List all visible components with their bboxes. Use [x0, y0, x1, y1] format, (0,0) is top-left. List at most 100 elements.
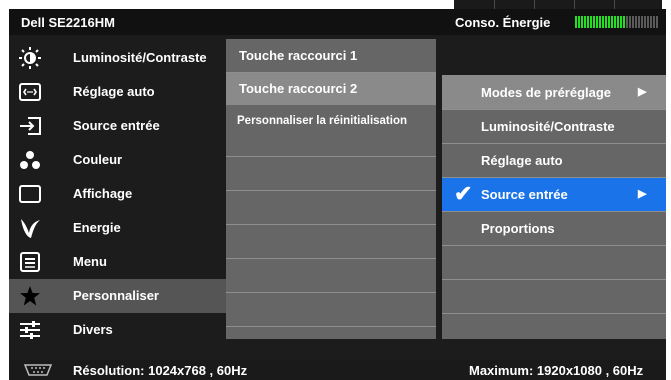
current-resolution: Résolution: 1024x768 , 60Hz: [73, 363, 248, 378]
menu-item-other[interactable]: Divers: [9, 313, 226, 347]
energy-tick: [647, 16, 649, 28]
osd-window: Dell SE2216HM Conso. Énergie Luminosité/…: [9, 9, 666, 380]
menu-item-label: Personnaliser: [73, 288, 159, 303]
auto-adjust-icon: [19, 83, 41, 101]
menu-item-personalize[interactable]: Personnaliser: [9, 279, 226, 313]
energy-tick: [623, 16, 625, 28]
energy-tick: [632, 16, 634, 28]
energy-tick: [581, 16, 583, 28]
title-bar: Dell SE2216HM Conso. Énergie: [9, 9, 666, 35]
option-label: Source entrée: [481, 187, 568, 202]
menu-item-menu[interactable]: Menu: [9, 245, 226, 279]
brightness-icon: [19, 47, 41, 69]
menu-item-energy[interactable]: Energie: [9, 211, 226, 245]
menu-item-display[interactable]: Affichage: [9, 177, 226, 211]
menu-item-brightness[interactable]: Luminosité/Contraste: [9, 41, 226, 75]
input-source-icon: [19, 117, 41, 135]
menu-item-label: Affichage: [73, 186, 133, 201]
divider: [226, 190, 436, 191]
divider: [226, 224, 436, 225]
energy-tick: [626, 16, 628, 28]
energy-tick: [593, 16, 595, 28]
energy-tick: [584, 16, 586, 28]
energy-label: Conso. Énergie: [455, 15, 551, 30]
energy-tick: [635, 16, 637, 28]
energy-meter: [575, 16, 658, 28]
menu-icon: [19, 252, 41, 272]
vga-port-icon: [23, 364, 53, 379]
energy-tick: [641, 16, 643, 28]
energy-tick: [602, 16, 604, 28]
energy-tick: [650, 16, 652, 28]
divider: [226, 326, 436, 327]
top-edge-segment: [574, 0, 575, 9]
menu-item-label: Menu: [73, 254, 107, 269]
option-auto-adjust[interactable]: Réglage auto: [442, 143, 666, 177]
energy-tick: [575, 16, 577, 28]
menu-item-label: Réglage auto: [73, 84, 155, 99]
energy-leaf-icon: [19, 219, 41, 238]
max-resolution: Maximum: 1920x1080 , 60Hz: [469, 363, 644, 378]
submenu-item-label: Touche raccourci 1: [239, 48, 358, 63]
energy-tick: [608, 16, 610, 28]
option-label: Modes de préréglage: [481, 85, 612, 100]
energy-tick: [587, 16, 589, 28]
divider: [226, 72, 436, 73]
top-edge-strip: [0, 0, 671, 9]
energy-tick: [638, 16, 640, 28]
menu-item-label: Source entrée: [73, 118, 160, 133]
energy-tick: [590, 16, 592, 28]
star-icon: [19, 286, 41, 306]
option-label: Réglage auto: [481, 153, 563, 168]
submenu-arrow-icon: ▶: [638, 188, 647, 200]
top-edge-segment: [614, 0, 615, 9]
divider: [226, 258, 436, 259]
display-icon: [19, 185, 41, 203]
divider: [442, 211, 666, 212]
energy-tick: [599, 16, 601, 28]
option-preset-modes[interactable]: Modes de préréglage ▶: [442, 75, 666, 109]
menu-item-color[interactable]: Couleur: [9, 143, 226, 177]
divider: [442, 245, 666, 246]
top-edge-segment: [494, 0, 495, 9]
submenu-item-label: Touche raccourci 2: [239, 81, 358, 96]
energy-tick: [596, 16, 598, 28]
main-menu: Luminosité/Contraste Réglage auto Source…: [9, 41, 226, 347]
submenu-arrow-icon: ▶: [638, 86, 647, 98]
submenu-panel: Touche raccourci 1 Touche raccourci 2 Pe…: [226, 39, 436, 339]
top-edge-segment: [534, 0, 535, 9]
option-input-source[interactable]: ✔ Source entrée ▶: [442, 177, 666, 211]
divider: [442, 177, 666, 178]
option-aspect-ratio[interactable]: Proportions: [442, 211, 666, 245]
menu-item-label: Luminosité/Contraste: [73, 50, 207, 65]
submenu-item-label: Personnaliser la réinitialisation: [237, 115, 408, 127]
energy-tick: [605, 16, 607, 28]
menu-item-label: Energie: [73, 220, 121, 235]
energy-tick: [629, 16, 631, 28]
submenu-item-shortcut-2[interactable]: Touche raccourci 2: [226, 72, 436, 105]
divider: [442, 313, 666, 314]
energy-tick: [653, 16, 655, 28]
divider: [226, 292, 436, 293]
submenu-item-reset-personalization[interactable]: Personnaliser la réinitialisation: [226, 105, 436, 138]
options-panel: Modes de préréglage ▶ Luminosité/Contras…: [442, 75, 666, 339]
divider: [442, 109, 666, 110]
option-label: Luminosité/Contraste: [481, 119, 615, 134]
energy-tick: [614, 16, 616, 28]
energy-tick: [617, 16, 619, 28]
status-footer: Résolution: 1024x768 , 60Hz Maximum: 192…: [9, 360, 666, 380]
top-edge-bar: [454, 0, 662, 9]
checkmark-icon: ✔: [454, 181, 473, 206]
energy-tick: [578, 16, 580, 28]
sliders-icon: [19, 321, 41, 339]
menu-item-label: Divers: [73, 322, 113, 337]
monitor-model: Dell SE2216HM: [21, 15, 115, 30]
energy-tick: [620, 16, 622, 28]
menu-item-auto-adjust[interactable]: Réglage auto: [9, 75, 226, 109]
energy-tick: [644, 16, 646, 28]
divider: [442, 279, 666, 280]
energy-tick: [656, 16, 658, 28]
submenu-item-shortcut-1[interactable]: Touche raccourci 1: [226, 39, 436, 72]
option-brightness-contrast[interactable]: Luminosité/Contraste: [442, 109, 666, 143]
menu-item-input-source[interactable]: Source entrée: [9, 109, 226, 143]
